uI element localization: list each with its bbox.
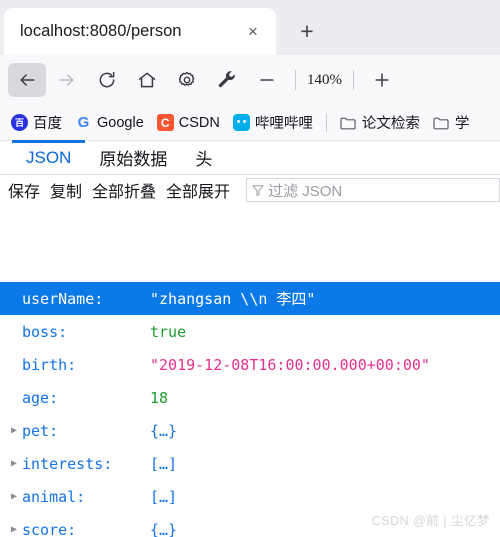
reload-button[interactable] [88, 63, 126, 97]
close-icon[interactable]: × [240, 19, 266, 45]
bookmark-google[interactable]: G Google [70, 111, 149, 134]
bookmark-baidu[interactable]: 百 百度 [6, 109, 67, 136]
plus-icon [375, 73, 389, 87]
json-viewer-toolbar: 保存 复制 全部折叠 全部展开 过滤 JSON [0, 175, 500, 205]
json-value: […] [150, 454, 178, 473]
bookmark-label: 哔哩哔哩 [254, 116, 313, 132]
filter-icon [252, 185, 264, 196]
bookmarks-bar: 百 百度 G Google C CSDN 哔哩哔哩 论文检索 学 [0, 105, 500, 141]
json-key: animal: [22, 487, 86, 506]
json-tree: ▶ userName: "zhangsan \\n 李四" ▶ boss: tr… [0, 282, 500, 537]
tab-headers[interactable]: 头 [181, 141, 226, 174]
chevron-right-icon[interactable]: ▶ [6, 491, 22, 502]
navigation-toolbar: 140% [0, 55, 500, 105]
table-row[interactable]: ▶ userName: "zhangsan \\n 李四" [0, 282, 500, 315]
bookmark-folder-overflow[interactable]: 学 [428, 109, 475, 136]
json-key: birth: [22, 355, 77, 374]
json-key: pet: [22, 421, 59, 440]
json-value: true [150, 322, 187, 341]
bookmark-label: 学 [454, 116, 470, 132]
json-value: {…} [150, 421, 178, 440]
tools-button[interactable] [208, 63, 246, 97]
chevron-right-icon[interactable]: ▶ [6, 458, 22, 469]
bilibili-favicon-icon [232, 114, 250, 131]
chevron-right-icon[interactable]: ▶ [6, 524, 22, 535]
tab-strip: localhost:8080/person × + [0, 0, 500, 55]
json-value: "zhangsan \\n 李四" [150, 290, 316, 308]
zoom-in-button[interactable] [363, 63, 401, 97]
table-row[interactable]: ▶ pet: {…} [0, 414, 500, 447]
json-value: {…} [150, 520, 178, 537]
folder-icon [340, 114, 357, 131]
home-icon [138, 72, 156, 88]
table-row[interactable]: ▶ score: {…} [0, 513, 500, 537]
divider [325, 113, 327, 132]
bookmark-folder-papers[interactable]: 论文检索 [335, 109, 425, 136]
gear-icon [178, 71, 195, 86]
divider [295, 70, 296, 90]
tab-raw-data[interactable]: 原始数据 [85, 141, 181, 174]
minus-icon [260, 79, 274, 81]
forward-button[interactable] [48, 63, 86, 97]
table-row[interactable]: ▶ birth: "2019-12-08T16:00:00.000+00:00" [0, 348, 500, 381]
chevron-right-icon[interactable]: ▶ [6, 425, 22, 436]
json-key: interests: [22, 454, 113, 473]
json-value: "2019-12-08T16:00:00.000+00:00" [150, 355, 430, 374]
table-row[interactable]: ▶ age: 18 [0, 381, 500, 414]
json-key: boss: [22, 322, 68, 341]
new-tab-button[interactable]: + [290, 14, 324, 48]
forward-arrow-icon [59, 74, 74, 86]
google-favicon-icon: G [77, 114, 90, 131]
json-key: age: [22, 388, 59, 407]
settings-button[interactable] [168, 63, 206, 97]
json-value: 18 [150, 388, 169, 407]
save-button[interactable]: 保存 [8, 178, 40, 202]
bookmark-bilibili[interactable]: 哔哩哔哩 [228, 109, 318, 136]
bookmark-label: 百度 [33, 116, 62, 132]
collapse-all-button[interactable]: 全部折叠 [92, 178, 156, 202]
browser-window: localhost:8080/person × + 140% 百 百度 G Go… [0, 0, 500, 537]
browser-tab-active[interactable]: localhost:8080/person × [4, 8, 276, 55]
zoom-out-button[interactable] [248, 63, 286, 97]
baidu-favicon-icon: 百 [11, 114, 28, 131]
home-button[interactable] [128, 63, 166, 97]
bookmark-csdn[interactable]: C CSDN [152, 111, 225, 134]
json-viewer-tabs: JSON 原始数据 头 [0, 140, 500, 175]
divider [353, 70, 354, 90]
json-key: score: [22, 520, 77, 537]
json-value: […] [150, 487, 178, 506]
table-row[interactable]: ▶ boss: true [0, 315, 500, 348]
expand-all-button[interactable]: 全部展开 [166, 178, 230, 202]
reload-icon [99, 71, 115, 88]
csdn-favicon-icon: C [156, 114, 174, 131]
wrench-icon [218, 71, 235, 88]
back-arrow-icon [20, 74, 35, 86]
table-row[interactable]: ▶ interests: […] [0, 447, 500, 480]
json-key: userName: [22, 289, 104, 308]
zoom-level-label[interactable]: 140% [305, 72, 344, 89]
copy-button[interactable]: 复制 [50, 178, 82, 202]
tab-title: localhost:8080/person [20, 22, 182, 40]
bookmark-label: 论文检索 [361, 116, 420, 132]
bookmark-label: Google [97, 114, 144, 131]
tab-json[interactable]: JSON [12, 140, 86, 174]
filter-input[interactable]: 过滤 JSON [246, 178, 500, 202]
folder-icon [433, 114, 450, 131]
bookmark-label: CSDN [178, 114, 220, 131]
filter-placeholder: 过滤 JSON [268, 182, 343, 200]
json-viewer: JSON 原始数据 头 保存 复制 全部折叠 全部展开 过滤 JSON [0, 140, 500, 282]
table-row[interactable]: ▶ animal: […] [0, 480, 500, 513]
back-button[interactable] [8, 63, 46, 97]
